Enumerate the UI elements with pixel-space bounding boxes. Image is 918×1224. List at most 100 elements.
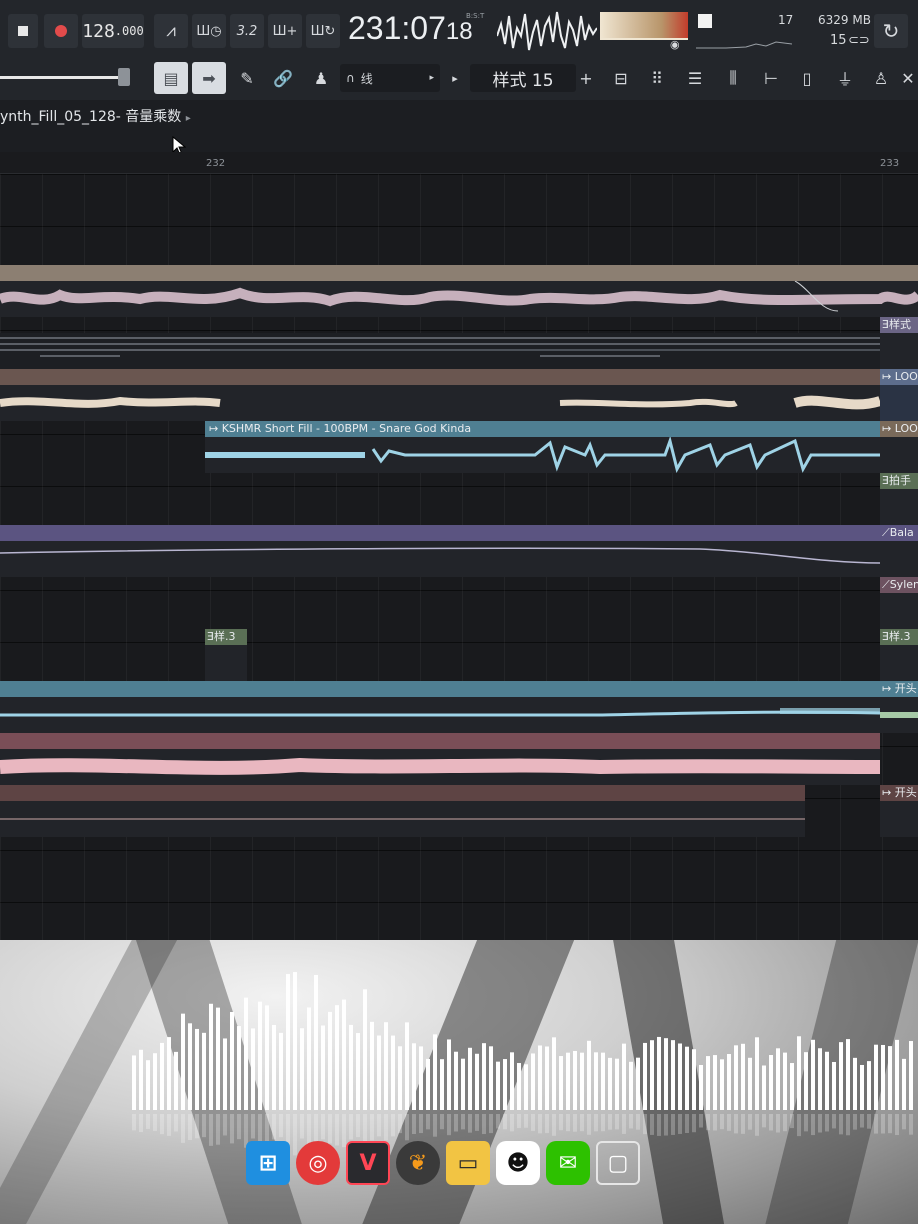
visualizer-bar: [636, 1057, 640, 1110]
arrow-right-icon: ➡: [202, 68, 216, 88]
plugin-picker-button[interactable]: ⏚: [828, 62, 862, 94]
waveform: [0, 818, 805, 820]
automation-clip-purple[interactable]: [0, 525, 880, 577]
pattern-clip-strip[interactable]: [0, 317, 880, 369]
clip-header: [0, 785, 805, 801]
touch-controller-button[interactable]: ♙: [864, 62, 898, 94]
browser-tree-icon: ⊢: [764, 68, 778, 88]
playlist-view-button[interactable]: ▤: [154, 62, 188, 94]
fl-studio-icon[interactable]: ❦: [396, 1141, 440, 1185]
stop-button[interactable]: [8, 14, 38, 48]
visualizer-bar-reflection: [881, 1114, 885, 1134]
pattern-clip-small[interactable]: Ǝ样.3: [205, 629, 247, 681]
clip-body: [880, 801, 918, 837]
magnet-icon: ∩: [346, 71, 355, 85]
wechat-icon[interactable]: ✉: [546, 1141, 590, 1185]
link-button[interactable]: 🔗: [266, 62, 300, 94]
visualizer-bar: [279, 1032, 283, 1110]
sylenth-clip-right[interactable]: ⟋Sylen: [880, 577, 918, 629]
balance-clip-right[interactable]: ⟋Bala: [880, 525, 918, 577]
audio-clip-kshmr[interactable]: ↦ KSHMR Short Fill - 100BPM - Snare God …: [205, 421, 880, 473]
arrow-mode-button[interactable]: ➡: [192, 62, 226, 94]
clip-name: KSHMR Short Fill - 100BPM - Snare God Ki…: [221, 422, 472, 435]
snap-selector[interactable]: ∩ 线 ▸: [340, 64, 440, 92]
loop-clip-right-2[interactable]: ↦ LOOP: [880, 421, 918, 473]
netease-music-icon[interactable]: ◎: [296, 1141, 340, 1185]
master-pitch-slider-track[interactable]: [0, 76, 118, 79]
pattern-notes: [0, 337, 880, 357]
visualizer-bar-reflection: [804, 1114, 808, 1132]
clap-clip-right[interactable]: Ǝ拍手: [880, 473, 918, 525]
visualizer-bar-reflection: [839, 1114, 843, 1135]
loop-record-icon: Ш↻: [310, 23, 336, 39]
pattern-clip-right[interactable]: Ǝ样式: [880, 317, 918, 369]
countdown-button[interactable]: 3.2: [230, 14, 264, 48]
visualizer-bar: [146, 1060, 150, 1110]
metronome-button[interactable]: ⩘: [154, 14, 188, 48]
audio-clip-tan[interactable]: [0, 265, 918, 317]
visualizer-bar: [713, 1055, 717, 1110]
visualizer-bar: [818, 1048, 822, 1110]
pattern-prev-button[interactable]: ▸: [444, 62, 466, 94]
stamp-button[interactable]: ♟: [304, 62, 338, 94]
breadcrumb-text[interactable]: ynth_Fill_05_128- 音量乘数 ▸: [0, 106, 191, 126]
visualizer-bar-reflection: [139, 1114, 143, 1133]
file-explorer-icon[interactable]: ▭: [446, 1141, 490, 1185]
master-pitch-slider-knob[interactable]: [118, 68, 130, 86]
visualizer-bar-reflection: [587, 1114, 591, 1135]
visualizer-bar-reflection: [664, 1114, 668, 1136]
intro-clip-right-2[interactable]: ↦ 开头: [880, 785, 918, 837]
song-position-display[interactable]: 231:0718: [348, 10, 473, 47]
refresh-button[interactable]: ↻: [874, 14, 908, 48]
playlist-area[interactable]: Ǝ样式 ↦ LOOP ↦ KSHMR Short Fill - 100BPM -…: [0, 174, 918, 940]
more-button[interactable]: ✕: [898, 62, 918, 94]
audio-clip-teal[interactable]: [0, 681, 880, 733]
loop-record-button[interactable]: Ш↻: [306, 14, 340, 48]
visualizer-bar: [538, 1045, 542, 1110]
person-icon: ♙: [873, 68, 889, 88]
visualizer-bar: [412, 1043, 416, 1110]
browser-button[interactable]: ⊢: [754, 62, 788, 94]
playlist-toolbar: ▤ ➡ ✎ 🔗 ♟ ∩ 线 ▸ ▸ 样式 15 + ⊟ ⠿ ☰ ⫼ ⊢ ▯ ⏚ …: [0, 56, 918, 100]
playlist-window-button[interactable]: ⊟: [604, 62, 638, 94]
visualizer-bar: [601, 1052, 605, 1110]
draw-tool-button[interactable]: ✎: [230, 62, 264, 94]
visualizer-bar: [202, 1032, 206, 1110]
windows-icon[interactable]: ⊞: [246, 1141, 290, 1185]
valorant-icon[interactable]: V: [346, 1141, 390, 1185]
visualizer-bar-reflection: [573, 1114, 577, 1132]
visualizer-bar: [587, 1040, 591, 1110]
clip-header: Ǝ样.3: [880, 629, 918, 645]
loop-clip-right-1[interactable]: ↦ LOOP: [880, 369, 918, 421]
play-small-icon: ▸: [452, 71, 458, 85]
pattern-clip-small-right[interactable]: Ǝ样.3: [880, 629, 918, 681]
visualizer-bar: [188, 1023, 192, 1110]
add-pattern-button[interactable]: +: [576, 62, 596, 94]
visualizer-bar: [811, 1039, 815, 1110]
clip-name: Bala: [889, 526, 914, 539]
pattern-selector[interactable]: 样式 15: [470, 64, 576, 92]
tempo-display[interactable]: 128.000: [82, 14, 144, 48]
audio-clip-rose[interactable]: [0, 733, 880, 785]
timeline-ruler[interactable]: 232 233: [0, 152, 918, 174]
channel-rack-icon: ☰: [687, 68, 703, 88]
visualizer-bar-reflection: [195, 1114, 199, 1139]
visualizer-bar: [363, 989, 367, 1110]
visualizer-bar: [293, 972, 297, 1110]
qq-icon[interactable]: ☻: [496, 1141, 540, 1185]
intro-clip-right-1[interactable]: ↦ 开头: [880, 681, 918, 733]
step-edit-button[interactable]: Ш+: [268, 14, 302, 48]
visualizer-bar: [342, 999, 346, 1110]
project-info-button[interactable]: ▯: [790, 62, 824, 94]
task-view-icon[interactable]: ▢: [596, 1141, 640, 1185]
record-button[interactable]: [44, 14, 78, 48]
visualizer-bar: [895, 1039, 899, 1110]
piano-roll-button[interactable]: ⠿: [640, 62, 674, 94]
mixer-button[interactable]: ⫼: [716, 62, 750, 94]
visualizer-bar-reflection: [853, 1114, 857, 1130]
wait-input-button[interactable]: Ш◷: [192, 14, 226, 48]
audio-clip-darkred[interactable]: [0, 785, 805, 837]
visualizer-bar: [370, 1021, 374, 1110]
audio-clip-brown[interactable]: [0, 369, 880, 421]
channel-rack-button[interactable]: ☰: [678, 62, 712, 94]
